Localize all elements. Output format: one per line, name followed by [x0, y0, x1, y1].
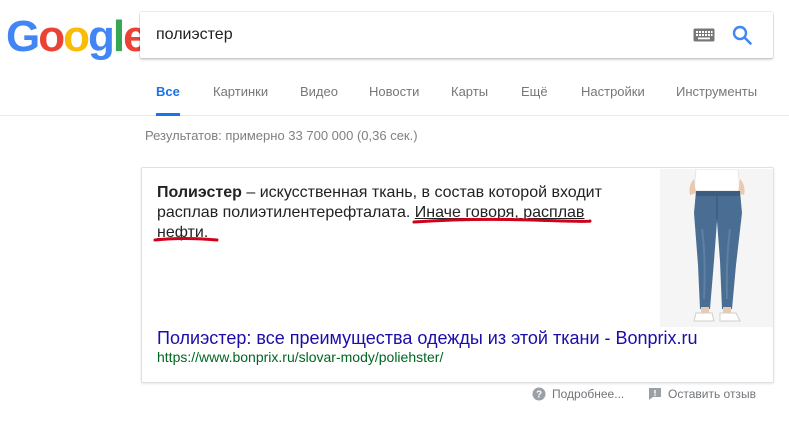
tab-images[interactable]: Картинки [213, 70, 268, 116]
search-input[interactable] [156, 12, 676, 58]
snippet-bold-term: Полиэстер [157, 184, 242, 201]
keyboard-icon[interactable] [693, 27, 715, 43]
search-icon[interactable] [730, 23, 754, 47]
more-info-label: Подробнее... [552, 386, 625, 401]
search-tabs: Все Картинки Видео Новости Карты Ещё Нас… [140, 70, 785, 116]
tab-all[interactable]: Все [156, 70, 180, 116]
result-url: https://www.bonprix.ru/slovar-mody/polie… [157, 349, 444, 365]
annotation-underline [412, 217, 592, 224]
tab-video[interactable]: Видео [300, 70, 338, 116]
tab-news[interactable]: Новости [369, 70, 419, 116]
more-info-link[interactable]: ? Подробнее... [532, 386, 624, 406]
help-icon: ? [532, 387, 546, 401]
search-box [140, 12, 773, 58]
snippet-text: Полиэстер – искусственная ткань, в соста… [157, 183, 627, 243]
feedback-link[interactable]: Оставить отзыв [648, 386, 756, 406]
logo-letter: o [63, 12, 90, 61]
tab-settings[interactable]: Настройки [581, 70, 645, 116]
featured-snippet-card: Полиэстер – искусственная ткань, в соста… [141, 167, 774, 383]
result-title-link[interactable]: Полиэстер: все преимущества одежды из эт… [157, 328, 698, 349]
google-logo[interactable]: Google [6, 12, 148, 62]
feedback-icon [649, 387, 661, 400]
jeans-photo[interactable] [660, 169, 773, 327]
feedback-label: Оставить отзыв [668, 386, 756, 401]
logo-letter: o [38, 12, 65, 61]
logo-letter: l [112, 12, 125, 61]
annotation-underline [153, 237, 219, 242]
logo-letter: g [88, 12, 115, 61]
logo-letter: G [6, 12, 40, 61]
search-results-page: Google Все Картинки Видео Новости К [0, 0, 789, 423]
tab-more[interactable]: Ещё [521, 70, 548, 116]
result-stats: Результатов: примерно 33 700 000 (0,36 с… [145, 128, 418, 143]
tab-maps[interactable]: Карты [451, 70, 488, 116]
header: Google Все Картинки Видео Новости К [0, 0, 789, 116]
tab-tools[interactable]: Инструменты [676, 70, 757, 116]
svg-text:?: ? [536, 389, 542, 400]
